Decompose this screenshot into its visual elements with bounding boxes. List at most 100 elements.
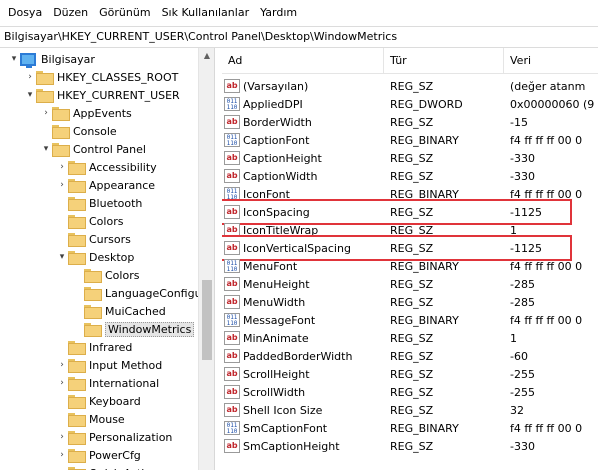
scroll-thumb[interactable] [202, 280, 212, 360]
value-type: REG_BINARY [390, 421, 459, 435]
value-data: f4 ff ff ff 00 0 [510, 421, 583, 435]
tree-node[interactable]: ▾ Bilgisayar [8, 50, 95, 68]
collapse-arrow-icon[interactable]: ▾ [24, 90, 36, 100]
pane-splitter[interactable] [214, 48, 222, 470]
tree-node-label: International [89, 376, 160, 390]
expand-arrow-icon[interactable]: › [24, 72, 36, 82]
expand-arrow-icon[interactable]: › [56, 360, 68, 370]
folder-icon [68, 161, 86, 175]
tree-node[interactable]: Cursors [56, 230, 131, 248]
value-name-cell: 011 110 MenuFont [222, 259, 389, 273]
menu-file[interactable]: Dosya [4, 0, 46, 26]
binary-value-icon: 011 110 [224, 421, 240, 435]
tree-node[interactable]: MuiCached [72, 302, 166, 320]
value-name-cell: ab MinAnimate [222, 331, 389, 345]
value-name-cell: ab Shell Icon Size [222, 403, 389, 417]
collapse-arrow-icon[interactable]: ▾ [8, 54, 20, 64]
value-row[interactable]: 011 110 CaptionFont REG_BINARY f4 ff ff ff 0… [222, 131, 598, 149]
value-row[interactable]: ab MenuHeight REG_SZ -285 [222, 275, 598, 293]
column-header-type[interactable]: Tür [384, 48, 504, 74]
value-row[interactable]: 011 110 AppliedDPI REG_DWORD 0x00000060 (9 [222, 95, 598, 113]
value-row[interactable]: ab ScrollWidth REG_SZ -255 [222, 383, 598, 401]
value-row[interactable]: ab SmCaptionHeight REG_SZ -330 [222, 437, 598, 455]
menu-edit[interactable]: Düzen [49, 0, 92, 26]
tree-node-label: WindowMetrics [105, 321, 195, 337]
value-data: -255 [510, 367, 535, 381]
tree-scrollbar[interactable]: ▲ [198, 48, 214, 470]
tree-node[interactable]: Colors [56, 212, 123, 230]
value-name-cell: 011 110 AppliedDPI [222, 97, 389, 111]
value-row[interactable]: ab PaddedBorderWidth REG_SZ -60 [222, 347, 598, 365]
string-value-icon: ab [224, 385, 240, 399]
scroll-up-icon[interactable]: ▲ [199, 48, 215, 64]
value-row[interactable]: 011 110 MenuFont REG_BINARY f4 ff ff ff 00 0 [222, 257, 598, 275]
collapse-arrow-icon[interactable]: ▾ [56, 252, 68, 262]
tree-node[interactable]: › Appearance [56, 176, 155, 194]
address-bar[interactable]: Bilgisayar\HKEY_CURRENT_USER\Control Pan… [0, 26, 598, 48]
tree-node[interactable]: Console [40, 122, 117, 140]
value-row[interactable]: ab (Varsayılan) REG_SZ (değer atanm [222, 77, 598, 95]
folder-icon [68, 233, 86, 247]
tree-node-label: Input Method [89, 358, 163, 372]
tree-node[interactable]: › PowerCfg [56, 446, 141, 464]
folder-icon [68, 341, 86, 355]
collapse-arrow-icon[interactable]: ▾ [40, 144, 52, 154]
folder-icon [68, 251, 86, 265]
tree-node[interactable]: LanguageConfigu [72, 284, 202, 302]
menu-favorites[interactable]: Sık Kullanılanlar [158, 0, 254, 26]
value-name: MessageFont [243, 313, 316, 327]
tree-node-label: Mouse [89, 412, 125, 426]
tree-node[interactable]: ▾ Desktop [56, 248, 134, 266]
tree-node[interactable]: › AppEvents [40, 104, 132, 122]
string-value-icon: ab [224, 169, 240, 183]
tree-node-label: MuiCached [105, 304, 166, 318]
expand-arrow-icon[interactable]: › [40, 108, 52, 118]
expand-arrow-icon[interactable]: › [56, 432, 68, 442]
value-data: f4 ff ff ff 00 0 [510, 259, 583, 273]
tree-node[interactable]: ▾ HKEY_CURRENT_USER [24, 86, 180, 104]
tree-node[interactable]: › Input Method [56, 356, 162, 374]
expand-arrow-icon[interactable]: › [56, 180, 68, 190]
value-name-cell: ab BorderWidth [222, 115, 389, 129]
value-row[interactable]: ab MenuWidth REG_SZ -285 [222, 293, 598, 311]
folder-icon [84, 287, 102, 301]
tree-node[interactable]: › International [56, 374, 159, 392]
tree-node[interactable]: Mouse [56, 410, 125, 428]
tree-node[interactable]: › HKEY_CLASSES_ROOT [24, 68, 178, 86]
tree-node[interactable]: Colors [72, 266, 139, 284]
value-name: MenuWidth [243, 295, 306, 309]
value-row[interactable]: ab CaptionHeight REG_SZ -330 [222, 149, 598, 167]
tree-node[interactable]: ›Quick Actions [56, 464, 164, 470]
menu-help[interactable]: Yardım [256, 0, 301, 26]
tree-node[interactable]: › Accessibility [56, 158, 157, 176]
column-header-data[interactable]: Veri [504, 48, 598, 74]
value-row[interactable]: ab BorderWidth REG_SZ -15 [222, 113, 598, 131]
folder-icon [36, 89, 54, 103]
value-name-cell: ab ScrollHeight [222, 367, 389, 381]
tree-node[interactable]: WindowMetrics [72, 320, 195, 338]
binary-value-icon: 011 110 [224, 97, 240, 111]
value-data: -330 [510, 151, 535, 165]
value-row[interactable]: ab Shell Icon Size REG_SZ 32 [222, 401, 598, 419]
value-row[interactable]: ab MinAnimate REG_SZ 1 [222, 329, 598, 347]
value-name: ScrollHeight [243, 367, 310, 381]
value-row[interactable]: ab ScrollHeight REG_SZ -255 [222, 365, 598, 383]
folder-icon [52, 125, 70, 139]
tree-node[interactable]: Keyboard [56, 392, 141, 410]
value-row[interactable]: ab CaptionWidth REG_SZ -330 [222, 167, 598, 185]
tree-node[interactable]: › Personalization [56, 428, 172, 446]
value-row[interactable]: 011 110 MessageFont REG_BINARY f4 ff ff ff 0… [222, 311, 598, 329]
tree-node[interactable]: Bluetooth [56, 194, 142, 212]
expand-arrow-icon[interactable]: › [56, 378, 68, 388]
column-header-name[interactable]: Ad [222, 48, 384, 74]
tree-node[interactable]: ▾ Control Panel [40, 140, 146, 158]
tree-node[interactable]: Infrared [56, 338, 132, 356]
folder-icon [84, 305, 102, 319]
string-value-icon: ab [224, 295, 240, 309]
value-name-cell: ab CaptionHeight [222, 151, 389, 165]
value-type: REG_SZ [390, 331, 434, 345]
value-row[interactable]: 011 110 SmCaptionFont REG_BINARY f4 ff ff ff… [222, 419, 598, 437]
menu-view[interactable]: Görünüm [95, 0, 154, 26]
expand-arrow-icon[interactable]: › [56, 450, 68, 460]
expand-arrow-icon[interactable]: › [56, 162, 68, 172]
